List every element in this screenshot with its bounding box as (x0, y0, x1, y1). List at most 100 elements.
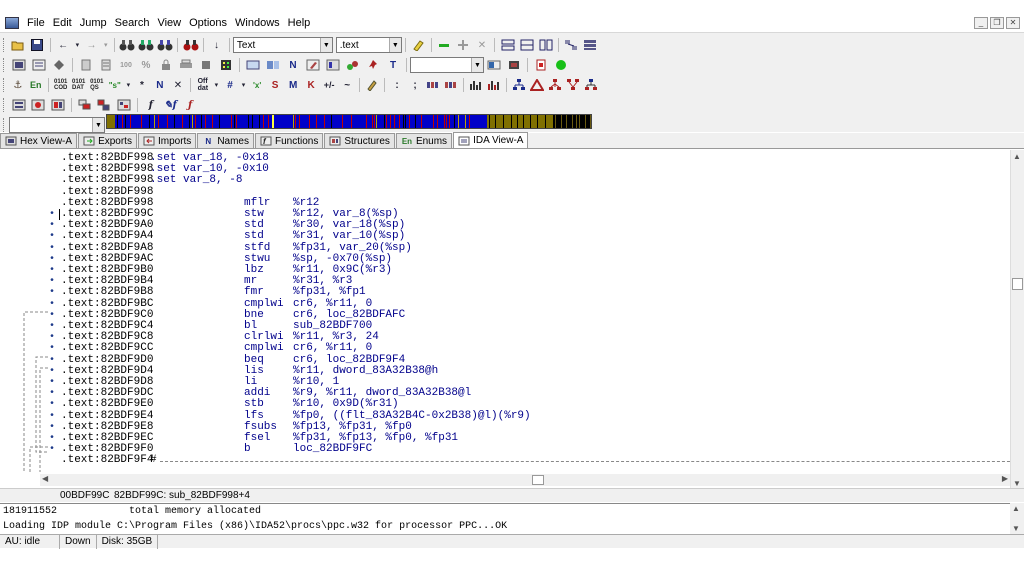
nav-band-stripe[interactable] (561, 115, 562, 129)
breakpoint-dot-icon[interactable]: • (49, 220, 55, 231)
collapse-icon[interactable] (436, 37, 453, 53)
breakpoint-dot-icon[interactable]: • (49, 377, 55, 388)
nav-band-stripe[interactable] (409, 115, 410, 129)
hscroll-thumb[interactable] (532, 475, 544, 485)
breakpoint-dot-icon[interactable]: • (49, 355, 55, 366)
disasm-window-icon[interactable] (30, 57, 48, 73)
scroll-right-icon[interactable]: ▶ (1002, 474, 1008, 483)
nav-band-stripe[interactable] (566, 115, 567, 129)
struct-icon[interactable] (324, 57, 342, 73)
breakpoint-dot-icon[interactable]: • (49, 265, 55, 276)
tab-exports[interactable]: Exports (78, 133, 137, 148)
menu-edit[interactable]: Edit (49, 15, 76, 31)
breakpoint-dot-icon[interactable]: • (49, 399, 55, 410)
breakpoint-dot-icon[interactable]: • (49, 411, 55, 422)
output-window[interactable]: 181911552 total memory allocated Loading… (0, 503, 1010, 534)
close-x-icon[interactable]: ✕ (473, 37, 490, 53)
segment-type-combo[interactable]: Text ▼ (232, 37, 333, 53)
disasm-line[interactable]: • .text:82BDF9CC cmplwi cr6, %r11, 0 (0, 343, 1010, 355)
nav-band-stripe[interactable] (489, 115, 490, 129)
call-graph-icon[interactable] (529, 77, 545, 93)
nav-band-stripe[interactable] (117, 115, 118, 129)
segment-name-combo[interactable]: .text ▼ (335, 37, 402, 53)
back-dropdown-icon[interactable]: ▾ (74, 37, 82, 53)
binoculars-red-icon[interactable] (182, 37, 199, 53)
nav-band-stripe[interactable] (465, 115, 466, 129)
tab-structures[interactable]: Structures (324, 133, 395, 148)
string-literal-icon[interactable]: "s" (107, 77, 123, 93)
nav-band-stripe[interactable] (293, 115, 294, 129)
stack-k-icon[interactable]: K (303, 77, 319, 93)
nav-band-stripe[interactable] (189, 115, 190, 129)
breakpoint-dot-icon[interactable]: • (49, 343, 55, 354)
nav-band-stripe[interactable] (248, 115, 249, 129)
code-block-icon[interactable] (244, 57, 262, 73)
breakpoint-dot-icon[interactable]: • (49, 321, 55, 332)
enum-m-icon[interactable]: M (285, 77, 301, 93)
scroll-up-icon[interactable]: ▲ (1013, 152, 1021, 161)
nav-band-stripe[interactable] (421, 115, 422, 129)
close-icon[interactable]: ✕ (1006, 17, 1020, 29)
offset-icon[interactable]: Off dat (195, 77, 211, 93)
nav-band-stripe[interactable] (386, 115, 387, 129)
breakpoint-dot-icon[interactable]: • (49, 209, 55, 220)
hash-icon[interactable]: # (222, 77, 238, 93)
tilde-icon[interactable]: ~ (339, 77, 355, 93)
doc-icon[interactable] (77, 57, 95, 73)
data-dat-icon[interactable]: 0101 DAT (71, 77, 87, 93)
nav-band-stripe[interactable] (469, 115, 470, 129)
tab-hex-view[interactable]: Hex View-A (0, 133, 78, 148)
graph-overview-icon[interactable] (563, 37, 580, 53)
nav-band-stripe[interactable] (259, 115, 260, 129)
navigation-band-graphic[interactable] (107, 115, 592, 129)
nav-band-stripe[interactable] (517, 115, 518, 129)
doc-list-icon[interactable] (97, 57, 115, 73)
operands[interactable]: %r10, 0x9D(%r31) (293, 399, 399, 410)
chevron-down-icon[interactable]: ▼ (471, 58, 483, 72)
nav-band-stripe[interactable] (579, 115, 580, 129)
nav-band-stripe[interactable] (511, 115, 512, 129)
nav-band-stripe[interactable] (372, 115, 373, 129)
nav-band-stripe[interactable] (182, 115, 183, 129)
nav-band-stripe[interactable] (454, 115, 455, 129)
binoculars-text-icon[interactable] (156, 37, 173, 53)
disassembly-view[interactable]: .text:82BDF998 .set var_18, -0x18 .text:82… (0, 150, 1010, 472)
name-edit-icon[interactable] (304, 57, 322, 73)
minimize-icon[interactable]: _ (974, 17, 988, 29)
nav-band-stripe[interactable] (399, 115, 400, 129)
binoculars-next-icon[interactable] (137, 37, 154, 53)
disasm-line[interactable]: • .text:82BDF9A4 std %r31, var_10(%sp) (0, 231, 1010, 243)
function-chunk-icon[interactable]: ƒ (181, 97, 199, 113)
pencil-icon[interactable] (364, 77, 380, 93)
save-icon[interactable] (29, 37, 46, 53)
cube-icon[interactable] (197, 57, 215, 73)
nav-band-stripe[interactable] (130, 115, 131, 129)
nav-band-stripe[interactable] (572, 115, 573, 129)
breakpoint-dot-icon[interactable]: • (49, 287, 55, 298)
nav-band-stripe[interactable] (149, 115, 150, 129)
green-circle-icon[interactable] (552, 57, 570, 73)
operands[interactable]: %r31, var_10(%sp) (293, 231, 405, 242)
menu-view[interactable]: View (153, 15, 185, 31)
operands[interactable]: %fp31, %fp1 (293, 287, 366, 298)
mnemonic[interactable]: std (244, 231, 264, 242)
char-literal-icon[interactable]: 'x' (249, 77, 265, 93)
signatures-window-icon[interactable] (115, 97, 133, 113)
segment-s-icon[interactable]: S (267, 77, 283, 93)
nav-band-stripe[interactable] (576, 115, 577, 129)
breakpoint-dot-icon[interactable]: • (49, 433, 55, 444)
mnemonic[interactable]: stb (244, 399, 264, 410)
address[interactable]: .text:82BDF9A4 (61, 231, 153, 242)
enum-en-icon[interactable]: En (28, 77, 44, 93)
nav-band-stripe[interactable] (295, 115, 296, 129)
restore-icon[interactable]: ❐ (990, 17, 1004, 29)
mnemonic[interactable]: cmplwi (244, 343, 284, 354)
nav-band-stripe[interactable] (342, 115, 343, 129)
nav-band-stripe[interactable] (376, 115, 377, 129)
nav-band-stripe[interactable] (555, 115, 556, 129)
nav-band-stripe[interactable] (158, 115, 159, 129)
binoculars-icon[interactable] (118, 37, 135, 53)
red-doc-icon[interactable] (532, 57, 550, 73)
nav-band-stripe[interactable] (231, 115, 232, 129)
toggle-icon[interactable] (485, 57, 503, 73)
